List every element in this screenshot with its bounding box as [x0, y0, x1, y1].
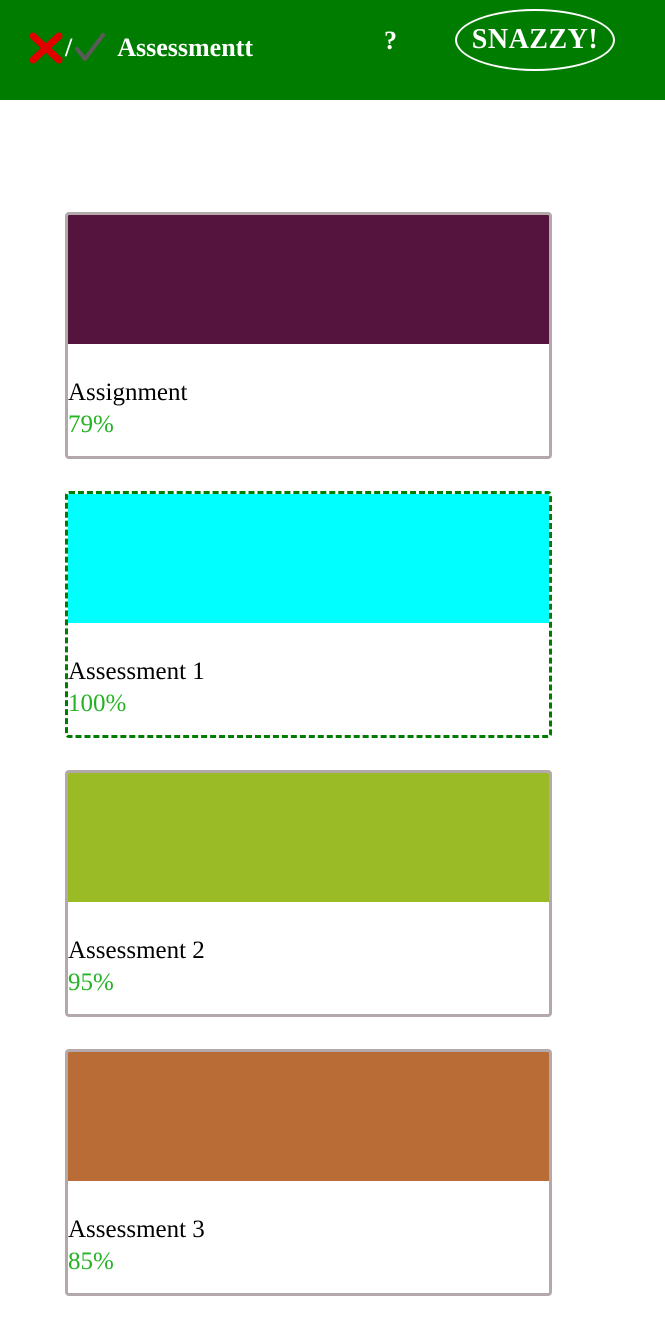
snazzy-button[interactable]: SNAZZY! — [455, 9, 615, 71]
card-title: Assessment 3 — [68, 1216, 205, 1243]
assessment-card[interactable]: Assignment 79% — [65, 212, 552, 459]
card-title: Assessment 2 — [68, 937, 205, 964]
card-color-swatch — [68, 494, 549, 623]
card-body: Assignment 79% — [68, 344, 549, 441]
card-body: Assessment 2 95% — [68, 902, 549, 999]
card-score: 100% — [68, 690, 127, 717]
card-body: Assessment 1 100% — [68, 623, 549, 720]
check-icon — [73, 31, 107, 65]
card-title: Assessment 1 — [68, 658, 205, 685]
assessment-list: Assignment 79% Assessment 1 100% Assessm… — [65, 212, 552, 1328]
assessment-card[interactable]: Assessment 1 100% — [65, 491, 552, 738]
card-score: 79% — [68, 411, 114, 438]
card-color-swatch — [68, 773, 549, 902]
card-body: Assessment 3 85% — [68, 1181, 549, 1278]
app-header: / Assessmentt ? SNAZZY! — [0, 0, 665, 100]
app-title: Assessmentt — [117, 33, 253, 62]
cross-icon — [28, 31, 64, 65]
card-score: 95% — [68, 969, 114, 996]
card-score: 85% — [68, 1248, 114, 1275]
card-color-swatch — [68, 1052, 549, 1181]
brand[interactable]: / Assessmentt — [28, 28, 253, 68]
brand-separator: / — [65, 33, 73, 62]
card-color-swatch — [68, 215, 549, 344]
card-title: Assignment — [68, 379, 188, 406]
assessment-card[interactable]: Assessment 2 95% — [65, 770, 552, 1017]
help-button[interactable]: ? — [384, 26, 397, 56]
assessment-card[interactable]: Assessment 3 85% — [65, 1049, 552, 1296]
